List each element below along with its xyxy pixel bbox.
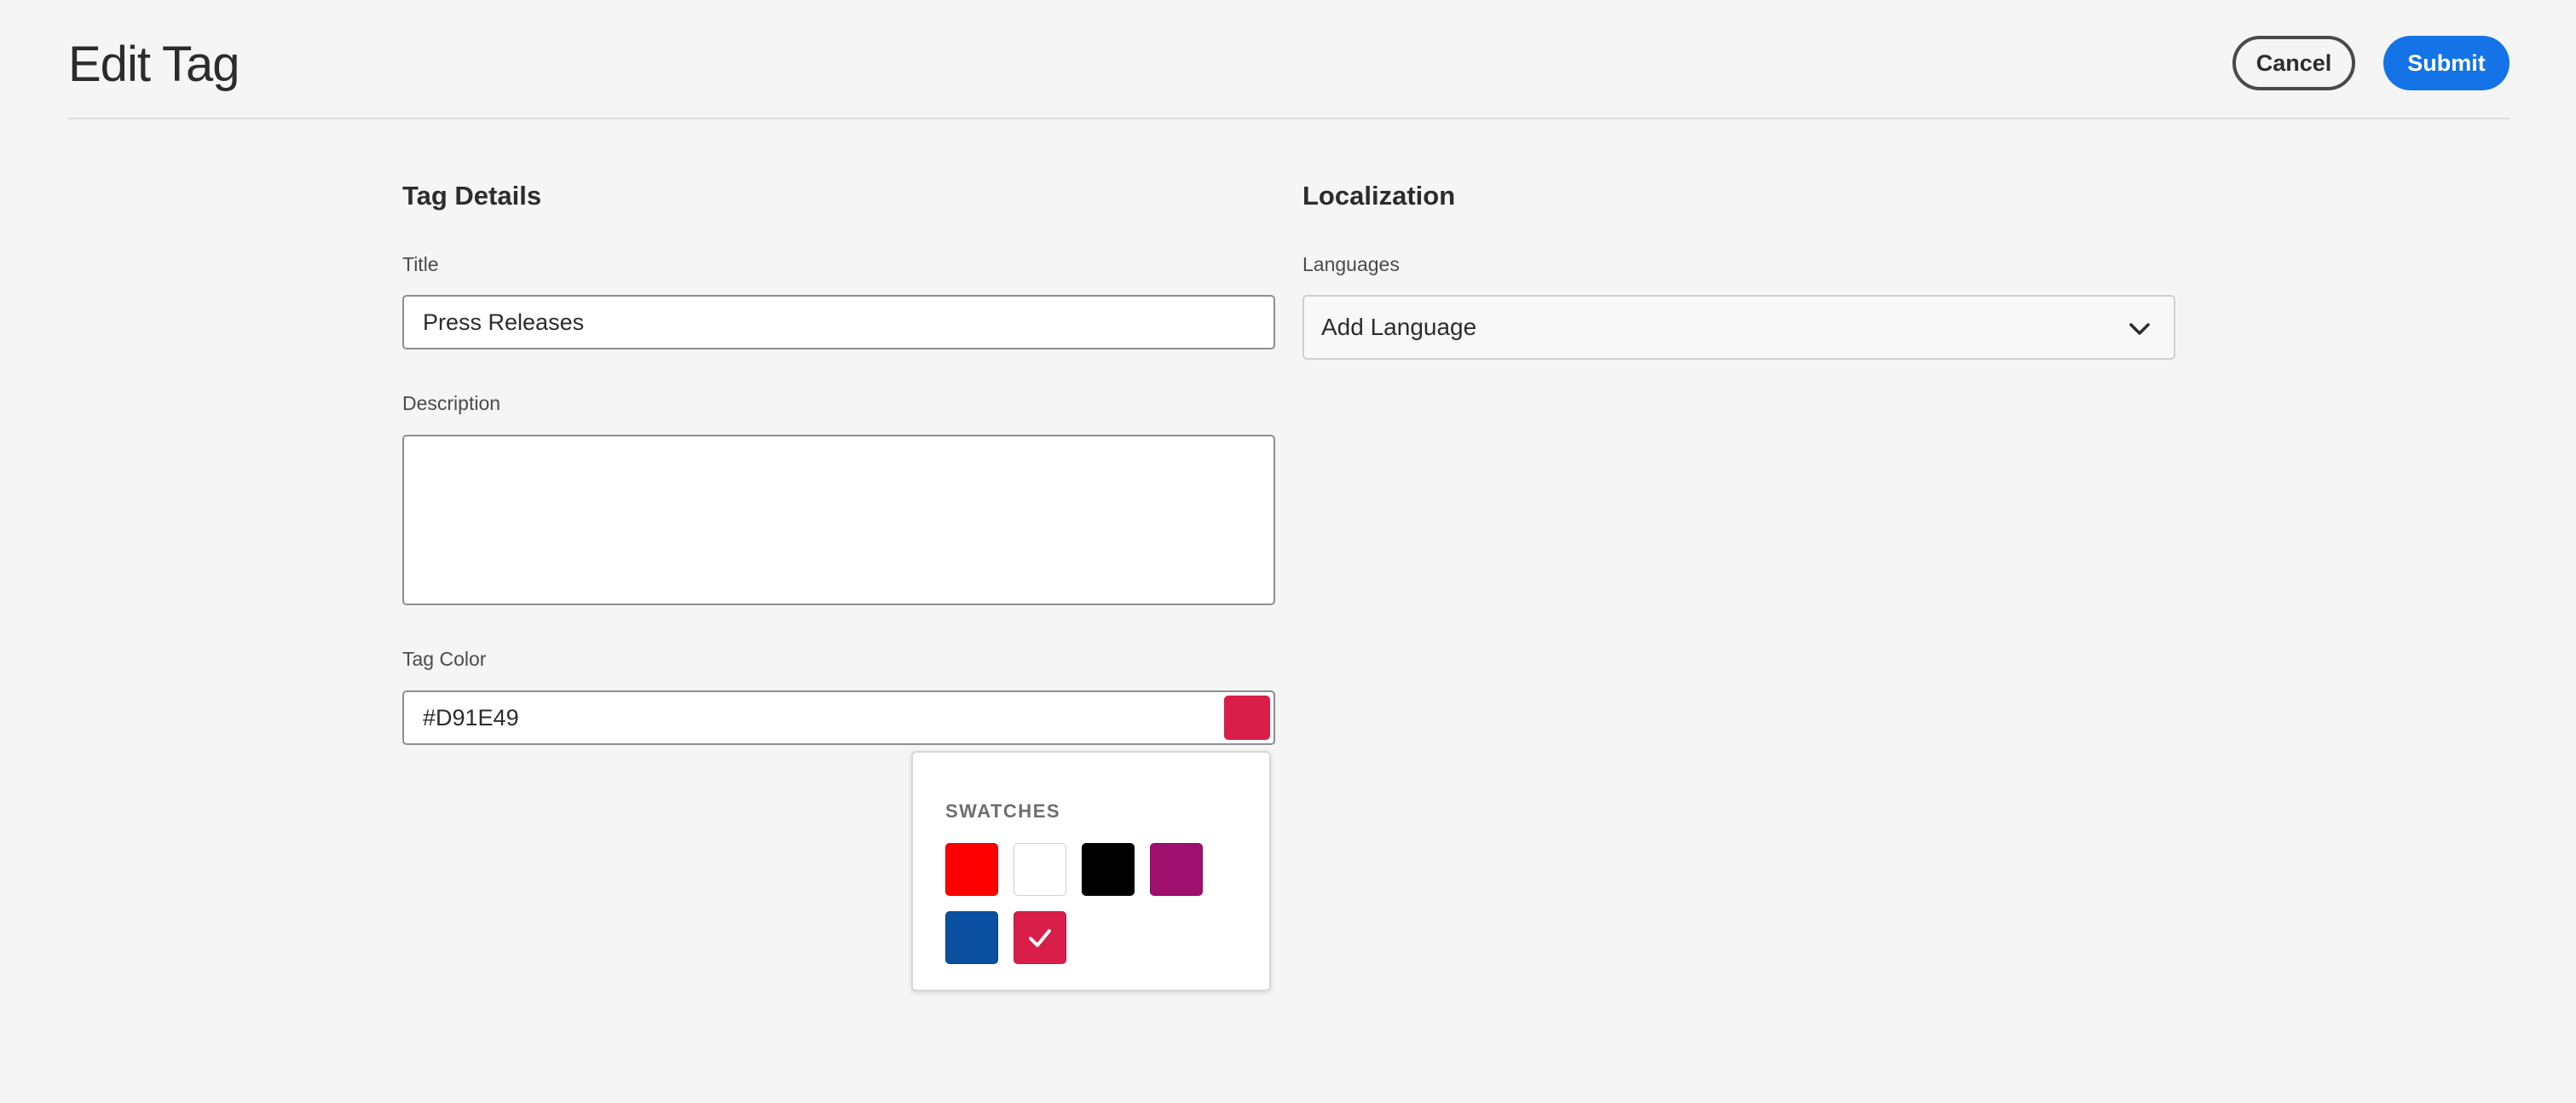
swatch-ffffff[interactable] <box>1014 843 1066 896</box>
title-input[interactable]: Press Releases <box>402 295 1275 349</box>
page-title: Edit Tag <box>68 37 240 92</box>
swatch-d91e49[interactable] <box>1014 911 1066 964</box>
chevron-down-icon <box>2129 323 2150 335</box>
swatch-000000[interactable] <box>1082 843 1135 896</box>
description-textarea[interactable] <box>402 435 1275 605</box>
localization-heading: Localization <box>1302 181 1456 211</box>
title-label: Title <box>402 253 439 275</box>
description-label: Description <box>402 392 501 414</box>
swatches-popover: SWATCHES <box>911 751 1271 991</box>
header-divider <box>68 118 2510 119</box>
checkmark-icon <box>1029 929 1051 947</box>
swatches-heading: SWATCHES <box>945 800 1061 822</box>
submit-button[interactable]: Submit <box>2383 36 2510 90</box>
tag-color-label: Tag Color <box>402 648 487 670</box>
tag-color-value: #D91E49 <box>423 704 519 731</box>
tag-details-heading: Tag Details <box>402 181 542 211</box>
tag-color-preview[interactable] <box>1224 696 1270 740</box>
languages-label: Languages <box>1302 253 1400 275</box>
swatch-0a4fa0[interactable] <box>945 911 998 964</box>
swatch-9e0f6e[interactable] <box>1150 843 1203 896</box>
languages-dropdown-value: Add Language <box>1321 314 1477 340</box>
cancel-button[interactable]: Cancel <box>2232 36 2355 90</box>
swatch-ff0000[interactable] <box>945 843 998 896</box>
tag-color-input[interactable]: #D91E49 <box>402 690 1275 745</box>
languages-dropdown[interactable]: Add Language <box>1302 295 2175 360</box>
edit-tag-page: Edit Tag Cancel Submit Tag Details Title… <box>0 0 2576 1103</box>
